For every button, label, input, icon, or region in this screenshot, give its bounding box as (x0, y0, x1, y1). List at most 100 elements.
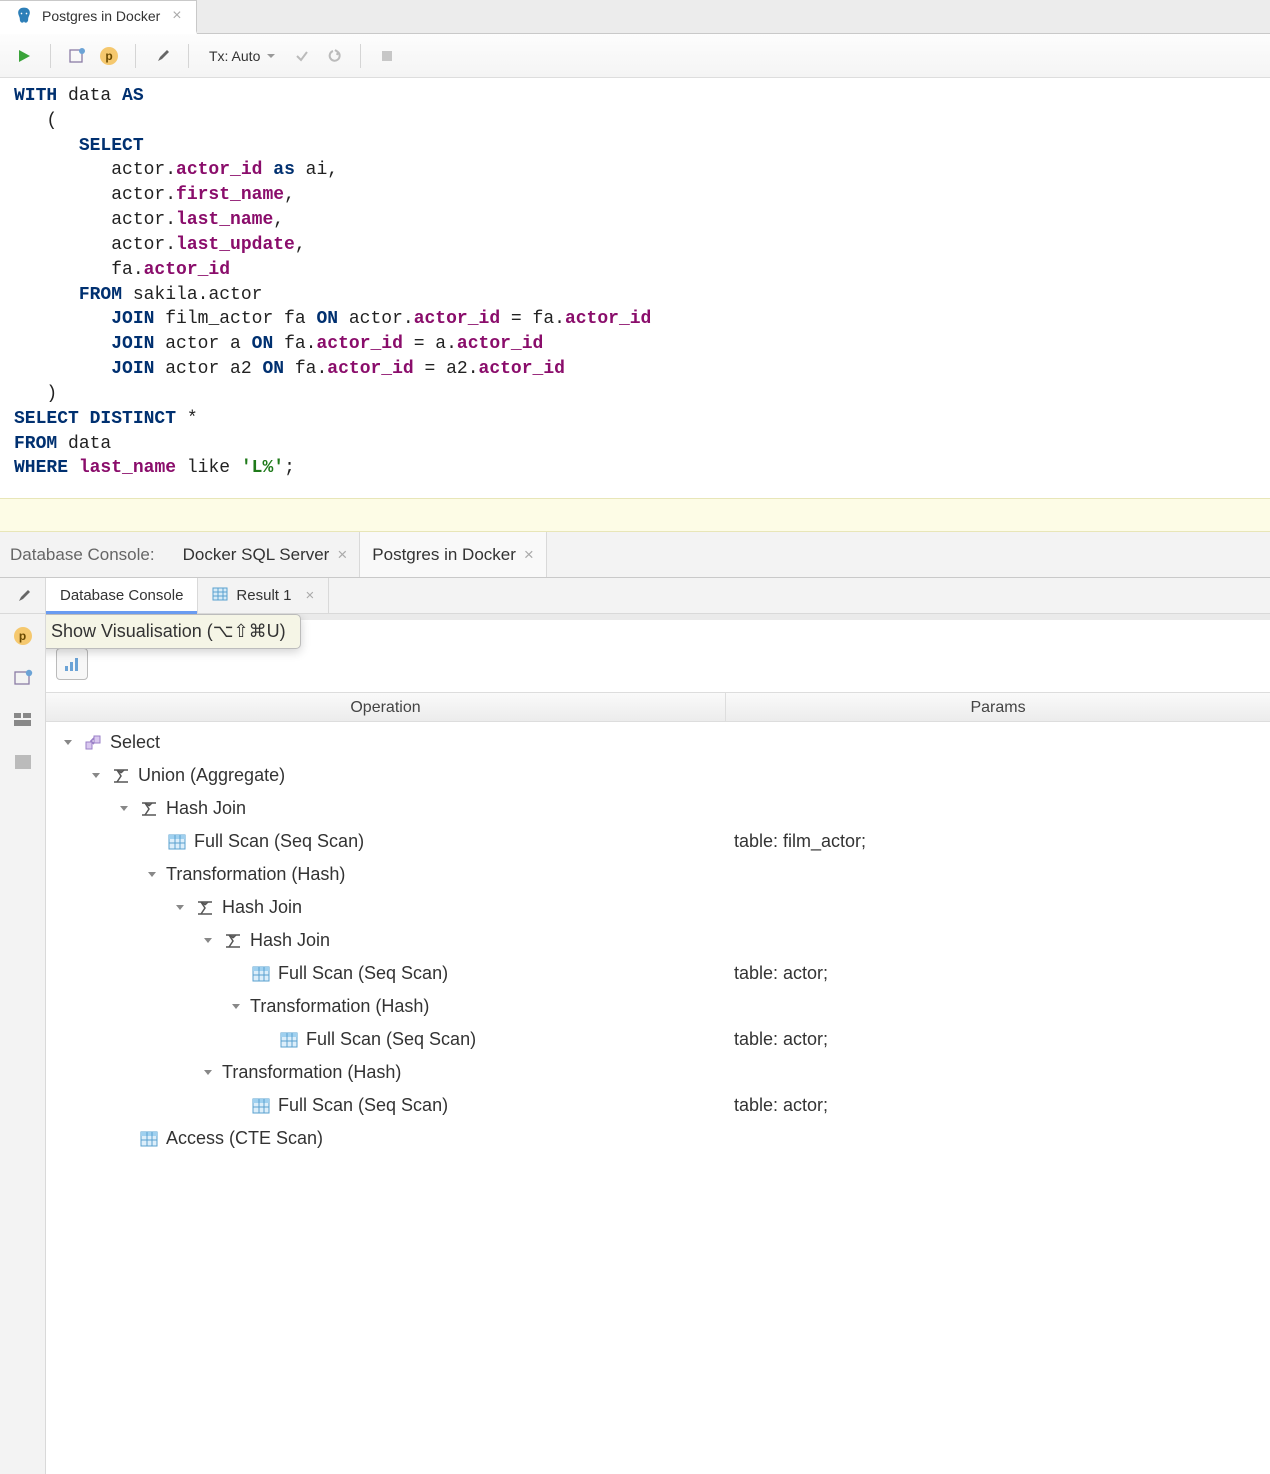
layout-icon-1[interactable] (9, 706, 37, 734)
tree-toggle-icon (144, 834, 160, 850)
sub-tab[interactable]: Database Console (46, 578, 198, 613)
plan-row-label: Hash Join (222, 897, 302, 918)
plan-row[interactable]: Full Scan (Seq Scan) table: actor; (46, 957, 1270, 990)
close-icon[interactable]: × (337, 545, 347, 565)
plan-row-label: Transformation (Hash) (222, 1062, 401, 1083)
plan-panel: Show Visualisation (⌥⇧⌘U) Operation Para… (46, 614, 1270, 1474)
editor-toolbar: p Tx: Auto (0, 34, 1270, 78)
sql-editor[interactable]: WITH data AS ( SELECT actor.actor_id as … (0, 78, 1270, 498)
console-tab[interactable]: Docker SQL Server × (171, 532, 360, 577)
tree-toggle-icon[interactable] (172, 900, 188, 916)
show-visualisation-button[interactable] (56, 648, 88, 680)
stop-button[interactable] (373, 42, 401, 70)
table-icon (166, 831, 188, 853)
console-header: Database Console: Docker SQL Server×Post… (0, 532, 1270, 578)
plan-row-params: table: actor; (726, 1095, 1270, 1116)
tx-mode-select[interactable]: Tx: Auto (201, 42, 284, 70)
plan-table-header: Operation Params (46, 692, 1270, 722)
plan-row-label: Transformation (Hash) (166, 864, 345, 885)
tooltip: Show Visualisation (⌥⇧⌘U) (46, 614, 301, 649)
plan-row-label: Transformation (Hash) (250, 996, 429, 1017)
tree-toggle-icon (228, 1098, 244, 1114)
plan-row-label: Hash Join (250, 930, 330, 951)
tree-toggle-icon[interactable] (200, 1065, 216, 1081)
plan-row[interactable]: Transformation (Hash) (46, 1056, 1270, 1089)
sub-tab-label: Result 1 (236, 587, 291, 604)
plan-row-params: table: actor; (726, 1029, 1270, 1050)
sub-tabs-wrench[interactable] (0, 578, 46, 613)
plan-row[interactable]: Full Scan (Seq Scan) table: film_actor; (46, 825, 1270, 858)
rollback-button[interactable] (320, 42, 348, 70)
plan-row-params: table: film_actor; (726, 831, 1270, 852)
tree-toggle-icon[interactable] (144, 867, 160, 883)
explain-plan-button[interactable] (63, 42, 91, 70)
table-icon (138, 1128, 160, 1150)
console-sub-tabs: Database Console Result 1 × (0, 578, 1270, 614)
plan-row-label: Hash Join (166, 798, 246, 819)
tooltip-text: Show Visualisation (⌥⇧⌘U) (51, 621, 286, 641)
p-badge-button[interactable]: p (95, 42, 123, 70)
layout-icon-2[interactable] (9, 748, 37, 776)
plan-row[interactable]: Access (CTE Scan) (46, 1122, 1270, 1155)
plan-tree[interactable]: Select Union (Aggregate) Hash Join Full Sca… (46, 722, 1270, 1159)
plan-row-label: Full Scan (Seq Scan) (194, 831, 364, 852)
close-icon[interactable]: × (305, 587, 314, 604)
agg-icon (110, 765, 132, 787)
sub-tab[interactable]: Result 1 × (198, 578, 329, 613)
tree-toggle-icon (228, 966, 244, 982)
history-icon[interactable] (9, 664, 37, 692)
editor-tab-postgres[interactable]: Postgres in Docker × (0, 0, 197, 34)
plan-row-label: Full Scan (Seq Scan) (306, 1029, 476, 1050)
plan-row-params: table: actor; (726, 963, 1270, 984)
plan-row[interactable]: Full Scan (Seq Scan) table: actor; (46, 1089, 1270, 1122)
tree-toggle-icon[interactable] (88, 768, 104, 784)
plan-row-label: Full Scan (Seq Scan) (278, 963, 448, 984)
plan-header-params: Params (726, 693, 1270, 721)
close-icon[interactable]: × (524, 545, 534, 565)
tx-mode-label: Tx: Auto (209, 48, 260, 64)
plan-row[interactable]: Hash Join (46, 891, 1270, 924)
sub-tab-label: Database Console (60, 587, 183, 604)
p-badge-icon[interactable]: p (9, 622, 37, 650)
settings-button[interactable] (148, 42, 176, 70)
plan-row-label: Select (110, 732, 160, 753)
editor-tab-bar: Postgres in Docker × (0, 0, 1270, 34)
table-icon (212, 586, 228, 606)
plan-row[interactable]: Hash Join (46, 792, 1270, 825)
plan-row[interactable]: Transformation (Hash) (46, 990, 1270, 1023)
tree-toggle-icon[interactable] (228, 999, 244, 1015)
plan-row-label: Full Scan (Seq Scan) (278, 1095, 448, 1116)
console-tab-label: Postgres in Docker (372, 545, 516, 565)
table-icon (278, 1029, 300, 1051)
tree-toggle-icon[interactable] (200, 933, 216, 949)
editor-footer-strip (0, 498, 1270, 532)
editor-tab-label: Postgres in Docker (42, 8, 160, 24)
tree-toggle-icon (256, 1032, 272, 1048)
chevron-down-icon (266, 51, 276, 61)
plan-row[interactable]: Transformation (Hash) (46, 858, 1270, 891)
console-tab-label: Docker SQL Server (183, 545, 330, 565)
run-button[interactable] (10, 42, 38, 70)
plan-row[interactable]: Select (46, 726, 1270, 759)
tree-toggle-icon[interactable] (60, 735, 76, 751)
console-header-label: Database Console: (10, 545, 155, 565)
tree-toggle-icon (116, 1131, 132, 1147)
close-icon[interactable]: × (172, 7, 181, 25)
select-icon (82, 732, 104, 754)
agg-icon (222, 930, 244, 952)
tree-toggle-icon[interactable] (116, 801, 132, 817)
table-icon (250, 1095, 272, 1117)
agg-icon (138, 798, 160, 820)
table-icon (250, 963, 272, 985)
plan-row[interactable]: Full Scan (Seq Scan) table: actor; (46, 1023, 1270, 1056)
console-left-gutter: p (0, 614, 46, 1474)
plan-row-label: Access (CTE Scan) (166, 1128, 323, 1149)
plan-row[interactable]: Union (Aggregate) (46, 759, 1270, 792)
plan-row-label: Union (Aggregate) (138, 765, 285, 786)
plan-row[interactable]: Hash Join (46, 924, 1270, 957)
plan-header-operation: Operation (46, 693, 726, 721)
console-tab[interactable]: Postgres in Docker × (359, 532, 547, 577)
commit-button[interactable] (288, 42, 316, 70)
postgres-icon (14, 6, 34, 26)
agg-icon (194, 897, 216, 919)
